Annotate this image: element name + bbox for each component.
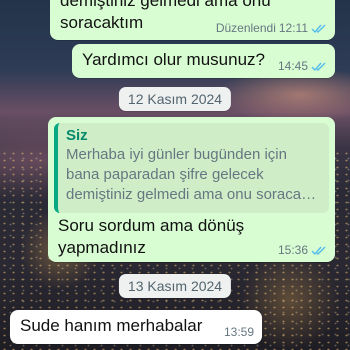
message-bubble-outgoing[interactable]: demiştiniz gelmedi ama onu soracaktım Dü… (50, 0, 335, 40)
message-time: 12:11 (278, 21, 308, 35)
date-separator: 13 Kasım 2024 (118, 274, 232, 298)
double-check-icon (311, 62, 326, 71)
message-text-line: yapmadınız (58, 238, 146, 257)
message-text-line: Soru sordum ama dönüş (58, 216, 245, 235)
message-meta: 14:45 (278, 59, 327, 73)
message-time: 14:45 (277, 59, 308, 73)
message-time: 13:59 (223, 325, 254, 339)
quote-text-line: demiştiniz gelmedi ama onu soraca… (66, 186, 317, 203)
message-meta: Düzenlendi 12:11 (216, 21, 327, 35)
message-meta: 15:36 (278, 243, 327, 257)
message-text: Sude hanım merhabalar (20, 316, 203, 335)
quoted-message[interactable]: Siz Merhaba iyi günler bugünden için ban… (54, 123, 329, 213)
quote-text-line: bana paparadan şifre gelecek (66, 166, 264, 183)
message-bubble-incoming[interactable]: Sude hanım merhabalar 13:59 (10, 310, 262, 344)
message-bubble-outgoing[interactable]: Yardımcı olur musunuz? 14:45 (72, 44, 335, 78)
quote-author: Siz (66, 127, 88, 144)
edited-label: Düzenlendi (215, 21, 276, 35)
message-time: 15:36 (277, 243, 308, 257)
double-check-icon (311, 246, 326, 255)
double-check-icon (311, 24, 326, 33)
message-meta: 13:59 (224, 325, 254, 339)
message-text-line: demiştiniz gelmedi ama onu (60, 0, 271, 10)
quote-text-line: Merhaba iyi günler bugünden için (66, 146, 287, 163)
date-separator: 12 Kasım 2024 (118, 87, 232, 111)
message-bubble-outgoing-reply[interactable]: Siz Merhaba iyi günler bugünden için ban… (48, 117, 335, 262)
